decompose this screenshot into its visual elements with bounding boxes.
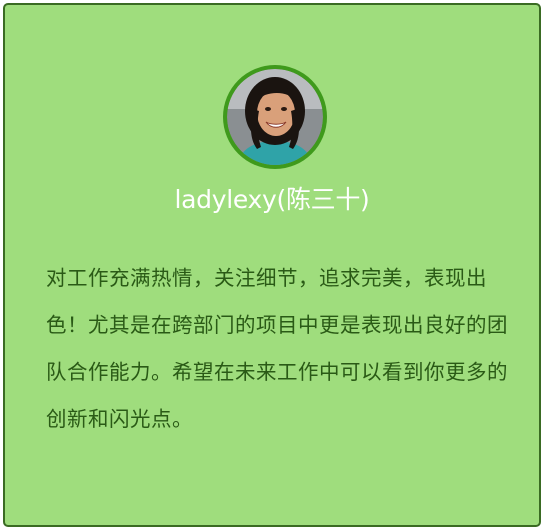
- person-photo-avatar-icon: [227, 69, 323, 165]
- testimonial-quote: 对工作充满热情，关注细节，追求完美，表现出色！尤其是在跨部门的项目中更是表现出良…: [46, 266, 508, 431]
- avatar: [223, 65, 327, 169]
- testimonial-card: ladylexy(陈三十) 对工作充满热情，关注细节，追求完美，表现出色！尤其是…: [3, 3, 541, 527]
- username: ladylexy(陈三十): [174, 185, 370, 214]
